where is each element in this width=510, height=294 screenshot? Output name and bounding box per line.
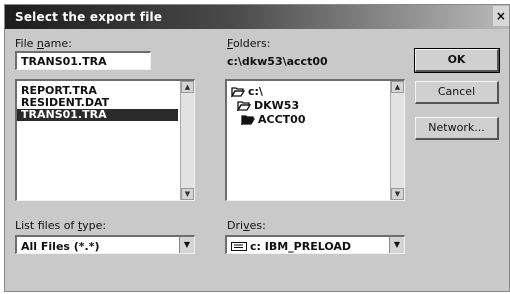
folder-tree[interactable]: c:\ DKW53 ACCT00 ▲ ▼ bbox=[225, 79, 405, 201]
folder-item-acct00[interactable]: ACCT00 bbox=[241, 113, 305, 126]
file-list-item[interactable]: TRANS01.TRA bbox=[17, 109, 178, 121]
scroll-down-icon[interactable]: ▼ bbox=[391, 188, 404, 200]
export-dialog: Select the export file × File name: TRAN… bbox=[4, 4, 510, 292]
scroll-up-icon[interactable]: ▲ bbox=[391, 81, 404, 93]
file-type-select[interactable]: All Files (*.*) ▼ bbox=[15, 235, 195, 254]
network-button[interactable]: Network... bbox=[415, 117, 499, 140]
current-path: c:\dkw53\acct00 bbox=[227, 55, 328, 68]
scroll-up-icon[interactable]: ▲ bbox=[181, 81, 194, 93]
open-folder-icon bbox=[237, 101, 251, 111]
open-folder-icon bbox=[231, 87, 245, 97]
file-name-label: File name: bbox=[15, 37, 72, 50]
file-list-scrollbar[interactable]: ▲ ▼ bbox=[180, 81, 194, 200]
file-type-value: All Files (*.*) bbox=[21, 240, 100, 253]
open-folder-icon bbox=[241, 115, 255, 125]
cancel-button[interactable]: Cancel bbox=[415, 81, 499, 104]
folder-tree-scrollbar[interactable]: ▲ ▼ bbox=[390, 81, 404, 200]
folder-item-dkw53[interactable]: DKW53 bbox=[237, 99, 299, 112]
folder-item-root[interactable]: c:\ bbox=[231, 85, 263, 98]
close-button[interactable]: × bbox=[493, 6, 509, 26]
close-icon: × bbox=[495, 9, 507, 23]
scroll-down-icon[interactable]: ▼ bbox=[181, 188, 194, 200]
drives-label: Drives: bbox=[227, 219, 266, 232]
chevron-down-icon[interactable]: ▼ bbox=[389, 237, 404, 253]
title-bar[interactable]: Select the export file × bbox=[5, 5, 509, 29]
chevron-down-icon[interactable]: ▼ bbox=[179, 237, 194, 253]
drives-select[interactable]: c: IBM_PRELOAD ▼ bbox=[225, 235, 405, 254]
ok-button[interactable]: OK bbox=[414, 48, 500, 73]
file-list-items: REPORT.TRA RESIDENT.DAT TRANS01.TRA bbox=[17, 81, 194, 121]
folders-label: Folders: bbox=[227, 37, 271, 50]
file-name-input[interactable]: TRANS01.TRA bbox=[15, 51, 151, 70]
file-type-label: List files of type: bbox=[15, 219, 107, 232]
dialog-title: Select the export file bbox=[15, 10, 163, 24]
file-list[interactable]: REPORT.TRA RESIDENT.DAT TRANS01.TRA ▲ ▼ bbox=[15, 79, 195, 201]
drive-icon bbox=[231, 242, 247, 251]
drives-value: c: IBM_PRELOAD bbox=[250, 240, 352, 253]
